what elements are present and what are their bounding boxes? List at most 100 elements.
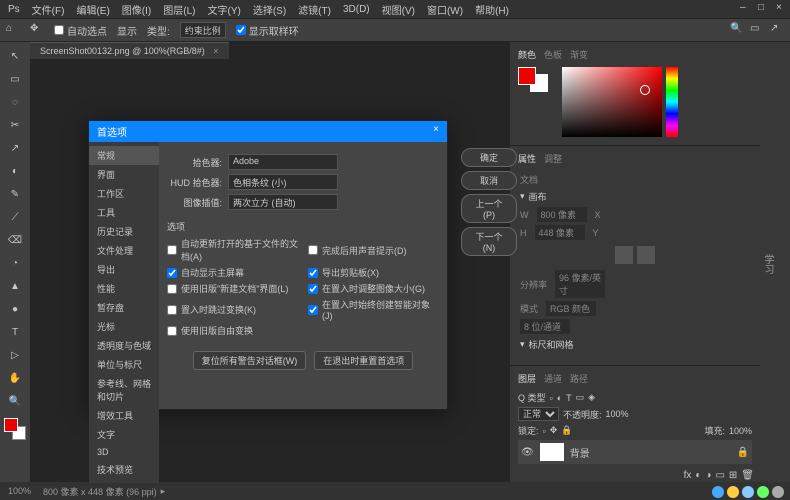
width-field[interactable]: 800 像素 bbox=[537, 207, 587, 222]
cat-filehandling[interactable]: 文件处理 bbox=[89, 241, 159, 260]
pref-checkbox-7[interactable] bbox=[308, 305, 318, 315]
brush-tool[interactable]: ✎ bbox=[5, 184, 25, 204]
pref-check-3[interactable]: 导出剪贴板(X) bbox=[308, 266, 439, 279]
tab-properties[interactable]: 属性 bbox=[518, 152, 536, 165]
crop-tool[interactable]: ✂ bbox=[5, 115, 25, 135]
cat-performance[interactable]: 性能 bbox=[89, 279, 159, 298]
pref-check-6[interactable]: 置入时跳过变换(K) bbox=[167, 298, 298, 321]
tray-icon-4[interactable] bbox=[757, 486, 769, 498]
hue-slider[interactable] bbox=[666, 67, 678, 137]
lock-pixels-icon[interactable]: ▫ bbox=[543, 426, 546, 436]
lock-all-icon[interactable]: 🔒 bbox=[561, 425, 572, 436]
pref-checkbox-3[interactable] bbox=[308, 268, 318, 278]
eraser-tool[interactable]: ⌫ bbox=[5, 230, 25, 250]
cat-guides[interactable]: 参考线、网格和切片 bbox=[89, 374, 159, 406]
tray-icon-2[interactable] bbox=[727, 486, 739, 498]
color-swatches[interactable] bbox=[4, 418, 26, 440]
cat-tools[interactable]: 工具 bbox=[89, 203, 159, 222]
type-select[interactable]: 约束比例 bbox=[180, 22, 226, 38]
maximize-icon[interactable]: □ bbox=[758, 2, 768, 12]
pref-checkbox-5[interactable] bbox=[308, 284, 318, 294]
pref-check-4[interactable]: 使用旧版"新建文档"界面(L) bbox=[167, 282, 298, 295]
lasso-tool[interactable]: ◌ bbox=[5, 92, 25, 112]
clone-tool[interactable]: ⟋ bbox=[5, 207, 25, 227]
cat-interface[interactable]: 界面 bbox=[89, 165, 159, 184]
home-icon[interactable]: ⌂ bbox=[6, 23, 20, 37]
zoom-tool[interactable]: 🔍 bbox=[5, 391, 25, 411]
fill-value[interactable]: 100% bbox=[729, 426, 752, 436]
cat-general[interactable]: 常规 bbox=[89, 146, 159, 165]
mask-icon[interactable]: ◐ bbox=[695, 470, 701, 481]
close-icon[interactable]: × bbox=[776, 2, 786, 12]
frame-tool[interactable]: ↗ bbox=[5, 138, 25, 158]
gradient-tool[interactable]: ◔ bbox=[5, 253, 25, 273]
pref-checkbox-4[interactable] bbox=[167, 284, 177, 294]
ok-button[interactable]: 确定 bbox=[461, 148, 517, 167]
adj-layer-icon[interactable]: ◑ bbox=[705, 470, 711, 481]
reset-warnings-button[interactable]: 复位所有警告对话框(W) bbox=[193, 351, 307, 370]
type-tool[interactable]: T bbox=[5, 322, 25, 342]
cat-units[interactable]: 单位与标尺 bbox=[89, 355, 159, 374]
trash-icon[interactable]: 🗑 bbox=[741, 470, 754, 481]
cat-workspace[interactable]: 工作区 bbox=[89, 184, 159, 203]
filter-pixel-icon[interactable]: ▫ bbox=[550, 393, 553, 403]
tray-icon-3[interactable] bbox=[742, 486, 754, 498]
orient-landscape-icon[interactable] bbox=[637, 246, 655, 264]
menu-edit[interactable]: 编辑(E) bbox=[76, 2, 109, 17]
cancel-button[interactable]: 取消 bbox=[461, 171, 517, 190]
pref-check-1[interactable]: 完成后用声音提示(D) bbox=[308, 237, 439, 263]
mode-field[interactable]: RGB 颜色 bbox=[546, 301, 596, 316]
tab-swatches[interactable]: 色板 bbox=[544, 48, 562, 61]
tray-icon-1[interactable] bbox=[712, 486, 724, 498]
menu-3d[interactable]: 3D(D) bbox=[343, 4, 370, 15]
filter-adj-icon[interactable]: ◐ bbox=[557, 393, 562, 403]
learn-tab[interactable]: 学习 bbox=[760, 254, 775, 274]
cat-tech[interactable]: 技术预览 bbox=[89, 460, 159, 479]
tab-paths[interactable]: 路径 bbox=[570, 372, 588, 385]
cat-3d[interactable]: 3D bbox=[89, 444, 159, 460]
tab-adjustments[interactable]: 调整 bbox=[544, 152, 562, 165]
menu-help[interactable]: 帮助(H) bbox=[475, 2, 509, 17]
hud-select[interactable]: 色相条纹 (小) bbox=[228, 174, 338, 190]
cat-cursors[interactable]: 光标 bbox=[89, 317, 159, 336]
cat-scratch[interactable]: 暂存盘 bbox=[89, 298, 159, 317]
eyedropper-tool[interactable]: ◐ bbox=[5, 161, 25, 181]
visibility-icon[interactable]: 👁 bbox=[521, 447, 534, 458]
menu-file[interactable]: 文件(F) bbox=[32, 2, 65, 17]
orient-portrait-icon[interactable] bbox=[615, 246, 633, 264]
cat-transparency[interactable]: 透明度与色域 bbox=[89, 336, 159, 355]
pen-tool[interactable]: ▲ bbox=[5, 276, 25, 296]
shape-tool[interactable]: ● bbox=[5, 299, 25, 319]
tab-channels[interactable]: 通道 bbox=[544, 372, 562, 385]
collapsed-panels[interactable]: 学习 bbox=[760, 42, 790, 482]
color-spectrum[interactable] bbox=[562, 67, 662, 137]
tool-preset-icon[interactable]: ✥ bbox=[30, 23, 44, 37]
tab-close-icon[interactable]: × bbox=[213, 46, 218, 56]
layer-name[interactable]: 背景 bbox=[570, 445, 590, 460]
status-arrow-icon[interactable]: ▸ bbox=[161, 486, 166, 497]
height-field[interactable]: 448 像素 bbox=[535, 225, 585, 240]
cat-history[interactable]: 历史记录 bbox=[89, 222, 159, 241]
blend-mode-select[interactable]: 正常 bbox=[518, 407, 559, 421]
tray-icon-5[interactable] bbox=[772, 486, 784, 498]
cat-type[interactable]: 文字 bbox=[89, 425, 159, 444]
new-layer-icon[interactable]: ⊞ bbox=[729, 470, 737, 481]
menu-select[interactable]: 选择(S) bbox=[253, 2, 286, 17]
prev-button[interactable]: 上一个(P) bbox=[461, 194, 517, 223]
pref-check-8[interactable]: 使用旧版自由变换 bbox=[167, 324, 298, 337]
tab-color[interactable]: 颜色 bbox=[518, 48, 536, 61]
tab-layers[interactable]: 图层 bbox=[518, 372, 536, 385]
picker-select[interactable]: Adobe bbox=[228, 154, 338, 170]
search-icon[interactable]: 🔍 bbox=[730, 23, 744, 37]
pref-checkbox-2[interactable] bbox=[167, 268, 177, 278]
dialog-close-icon[interactable]: × bbox=[433, 124, 439, 139]
bits-field[interactable]: 8 位/通道 bbox=[520, 319, 570, 334]
document-tab[interactable]: ScreenShot00132.png @ 100%(RGB/8#) × bbox=[30, 42, 229, 59]
pref-checkbox-8[interactable] bbox=[167, 326, 177, 336]
opacity-value[interactable]: 100% bbox=[606, 409, 629, 419]
lock-pos-icon[interactable]: ✥ bbox=[550, 425, 558, 436]
cat-export[interactable]: 导出 bbox=[89, 260, 159, 279]
pref-checkbox-1[interactable] bbox=[308, 245, 318, 255]
menu-view[interactable]: 视图(V) bbox=[382, 2, 415, 17]
share-icon[interactable]: ↗ bbox=[770, 23, 784, 37]
